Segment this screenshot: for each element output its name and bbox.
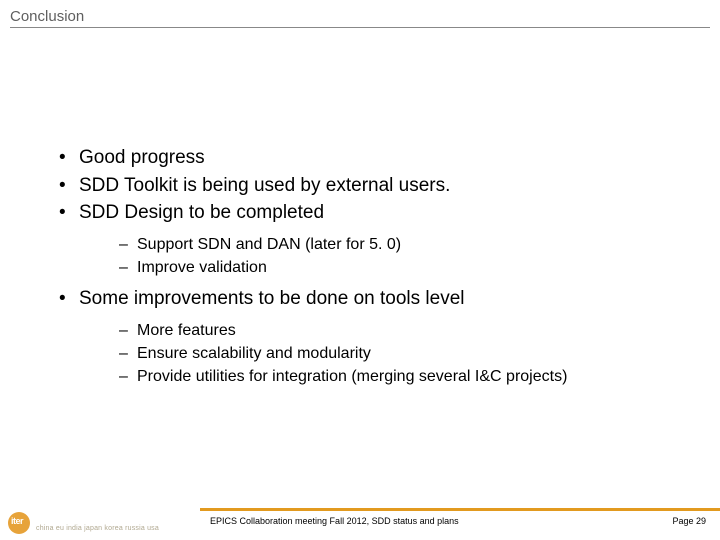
bullet-text: SDD Design to be completed: [79, 202, 324, 223]
sub-bullet-item: Support SDN and DAN (later for 5. 0): [79, 233, 690, 256]
footer-meeting-text: EPICS Collaboration meeting Fall 2012, S…: [210, 516, 459, 526]
sub-bullet-item: More features: [79, 319, 690, 342]
iter-logo: china eu india japan korea russia usa: [8, 512, 159, 534]
bullet-item: SDD Toolkit is being used by external us…: [55, 172, 690, 200]
iter-members-text: china eu india japan korea russia usa: [36, 525, 159, 534]
page-number: Page 29: [672, 516, 706, 526]
main-bullet-list: Good progress SDD Toolkit is being used …: [55, 144, 690, 388]
sub-bullet-list: More features Ensure scalability and mod…: [79, 319, 690, 389]
slide-header: Conclusion: [0, 0, 720, 34]
header-divider: [10, 27, 710, 28]
bullet-item: SDD Design to be completed Support SDN a…: [55, 199, 690, 279]
bullet-item: Good progress: [55, 144, 690, 172]
sub-bullet-item: Improve validation: [79, 256, 690, 279]
sub-bullet-item: Provide utilities for integration (mergi…: [79, 365, 690, 388]
sub-bullet-item: Ensure scalability and modularity: [79, 342, 690, 365]
sub-bullet-list: Support SDN and DAN (later for 5. 0) Imp…: [79, 233, 690, 279]
slide-title: Conclusion: [10, 8, 710, 25]
slide-footer: china eu india japan korea russia usa EP…: [0, 508, 720, 540]
bullet-item: Some improvements to be done on tools le…: [55, 285, 690, 388]
iter-logo-icon: [8, 512, 30, 534]
slide-content: Good progress SDD Toolkit is being used …: [0, 34, 720, 388]
bullet-text: Some improvements to be done on tools le…: [79, 288, 465, 309]
footer-accent-bar: [200, 508, 720, 511]
